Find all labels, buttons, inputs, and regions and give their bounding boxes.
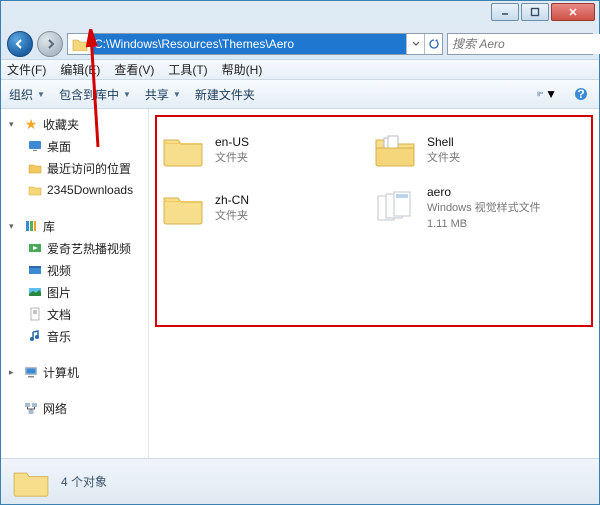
folder-icon (159, 184, 207, 232)
sidebar-item-2345downloads[interactable]: 2345Downloads (5, 179, 148, 201)
desktop-icon (27, 138, 43, 154)
computer-icon (23, 364, 39, 380)
chevron-down-icon: ▾ (9, 221, 19, 232)
forward-button[interactable] (37, 31, 63, 57)
address-bar (67, 33, 443, 55)
sidebar-item-music[interactable]: 音乐 (5, 325, 148, 347)
folder-zh-cn[interactable]: zh-CN文件夹 (157, 181, 359, 235)
sidebar-item-desktop[interactable]: 桌面 (5, 135, 148, 157)
network-icon (23, 400, 39, 416)
newfolder-button[interactable]: 新建文件夹 (195, 86, 255, 103)
explorer-window: 文件(F) 编辑(E) 查看(V) 工具(T) 帮助(H) 组织▼ 包含到库中▼… (0, 0, 600, 505)
chevron-down-icon: ▾ (9, 119, 19, 130)
sidebar-item-documents[interactable]: 文档 (5, 303, 148, 325)
folder-icon (72, 36, 88, 52)
toolbar: 组织▼ 包含到库中▼ 共享▼ 新建文件夹 ▼ ? (1, 79, 599, 109)
search-input[interactable] (448, 34, 600, 54)
menubar: 文件(F) 编辑(E) 查看(V) 工具(T) 帮助(H) (1, 59, 599, 79)
chevron-right-icon: ▸ (9, 367, 19, 378)
menu-edit[interactable]: 编辑(E) (60, 61, 100, 78)
nav-row (1, 29, 599, 59)
recent-icon (27, 160, 43, 176)
sidebar-item-pictures[interactable]: 图片 (5, 281, 148, 303)
menu-tools[interactable]: 工具(T) (168, 61, 207, 78)
maximize-button[interactable] (521, 3, 549, 21)
folder-shell[interactable]: Shell文件夹 (369, 123, 571, 177)
sidebar-item-videos[interactable]: 视频 (5, 259, 148, 281)
visual-style-file-icon (371, 184, 419, 232)
folder-icon (11, 462, 51, 502)
help-icon[interactable]: ? (571, 84, 591, 104)
status-text: 4 个对象 (61, 473, 107, 490)
back-button[interactable] (7, 31, 33, 57)
menu-file[interactable]: 文件(F) (7, 61, 46, 78)
address-dropdown[interactable] (406, 34, 424, 54)
search-box (447, 33, 593, 55)
music-icon (27, 328, 43, 344)
folder-en-us[interactable]: en-US文件夹 (157, 123, 359, 177)
minimize-button[interactable] (491, 3, 519, 21)
svg-text:?: ? (577, 87, 584, 101)
items-container: en-US文件夹 Shell文件夹 zh-CN文件夹 aeroWindows 视… (149, 109, 599, 243)
body: ▾ ★ 收藏夹 桌面 最近访问的位置 2345Downloads ▾ 库 爱奇艺… (1, 109, 599, 458)
favorites-header[interactable]: ▾ ★ 收藏夹 (5, 113, 148, 135)
status-bar: 4 个对象 (1, 458, 599, 504)
libraries-header[interactable]: ▾ 库 (5, 215, 148, 237)
refresh-button[interactable] (424, 34, 442, 54)
content-pane[interactable]: en-US文件夹 Shell文件夹 zh-CN文件夹 aeroWindows 视… (149, 109, 599, 458)
sidebar-item-recent[interactable]: 最近访问的位置 (5, 157, 148, 179)
view-options-button[interactable]: ▼ (537, 84, 557, 104)
network-header[interactable]: 网络 (5, 397, 148, 419)
include-library-button[interactable]: 包含到库中▼ (59, 86, 131, 103)
sidebar-item-iqiyi[interactable]: 爱奇艺热播视频 (5, 237, 148, 259)
documents-icon (27, 306, 43, 322)
library-icon (23, 218, 39, 234)
folder-with-files-icon (371, 126, 419, 174)
close-button[interactable] (551, 3, 595, 21)
video-icon (27, 240, 43, 256)
video-icon (27, 262, 43, 278)
navigation-pane[interactable]: ▾ ★ 收藏夹 桌面 最近访问的位置 2345Downloads ▾ 库 爱奇艺… (1, 109, 149, 458)
folder-icon (27, 182, 43, 198)
share-button[interactable]: 共享▼ (145, 86, 181, 103)
organize-button[interactable]: 组织▼ (9, 86, 45, 103)
file-aero-msstyles[interactable]: aeroWindows 视觉样式文件1.11 MB (369, 181, 571, 235)
folder-icon (159, 126, 207, 174)
star-icon: ★ (23, 116, 39, 132)
computer-header[interactable]: ▸ 计算机 (5, 361, 148, 383)
address-input[interactable] (92, 34, 406, 54)
menu-view[interactable]: 查看(V) (114, 61, 154, 78)
menu-help[interactable]: 帮助(H) (222, 61, 263, 78)
titlebar (1, 1, 599, 29)
pictures-icon (27, 284, 43, 300)
